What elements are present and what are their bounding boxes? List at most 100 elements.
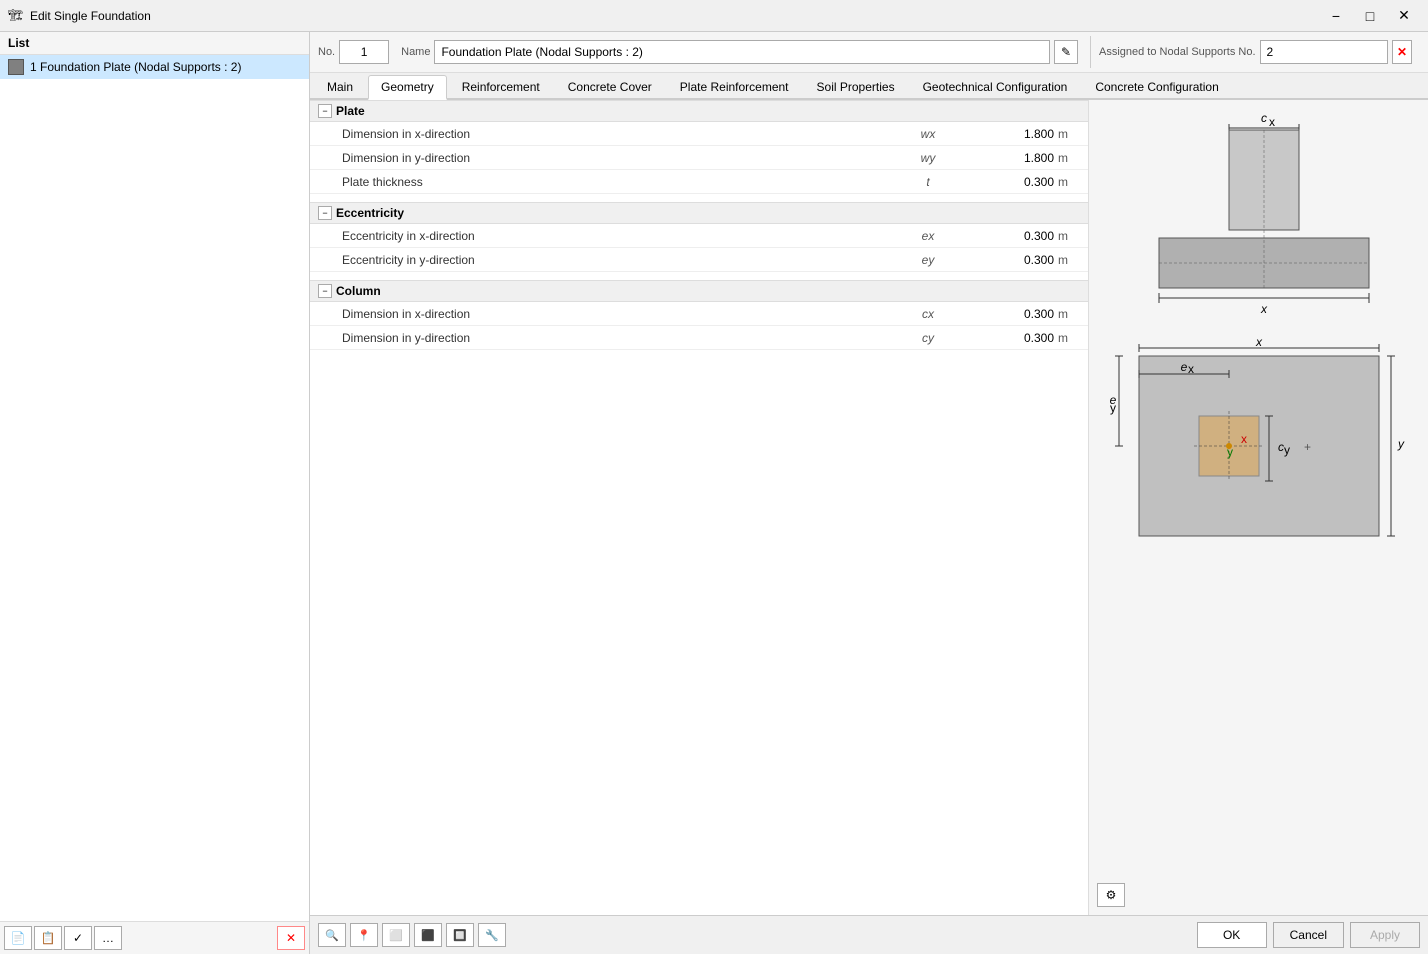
no-field: No. 1 (318, 36, 389, 68)
eccentricity-section: − Eccentricity Eccentricity in x-directi… (310, 202, 1088, 272)
elevation-diagram: c x (1109, 108, 1409, 328)
ecc-ey-value[interactable]: 0.300 (958, 253, 1058, 267)
grid-tool-btn[interactable]: 🔲 (446, 923, 474, 947)
new-btn[interactable]: 📄 (4, 926, 32, 950)
svg-text:e: e (1180, 360, 1187, 374)
close-button[interactable]: ✕ (1388, 6, 1420, 26)
tab-main[interactable]: Main (314, 75, 366, 98)
name-edit-button[interactable]: ✎ (1054, 40, 1078, 64)
table-row: Dimension in y-direction cy 0.300 m (310, 326, 1088, 350)
svg-text:y: y (1110, 401, 1116, 415)
content-area: List 1 Foundation Plate (Nodal Supports … (0, 32, 1428, 954)
plate-wy-value[interactable]: 1.800 (958, 151, 1058, 165)
column-collapse-btn[interactable]: − (318, 284, 332, 298)
svg-text:x: x (1255, 336, 1263, 349)
form-area: − Plate Dimension in x-direction wx 1.80… (310, 100, 1088, 915)
table-row: Eccentricity in y-direction ey 0.300 m (310, 248, 1088, 272)
assigned-label: Assigned to Nodal Supports No. (1099, 46, 1256, 58)
plate-collapse-btn[interactable]: − (318, 104, 332, 118)
name-label: Name (401, 46, 430, 58)
search-tool-btn[interactable]: 🔍 (318, 923, 346, 947)
box2-tool-btn[interactable]: ⬛ (414, 923, 442, 947)
column-section-header: − Column (310, 280, 1088, 302)
ecc-ex-label: Eccentricity in x-direction (310, 229, 898, 243)
copy-btn[interactable]: 📋 (34, 926, 62, 950)
no-label: No. (318, 46, 335, 58)
tab-concrete-config[interactable]: Concrete Configuration (1082, 75, 1231, 98)
main-split: − Plate Dimension in x-direction wx 1.80… (310, 100, 1428, 915)
ecc-ey-unit: m (1058, 253, 1088, 267)
col-cx-label: Dimension in x-direction (310, 307, 898, 321)
col-cy-label: Dimension in y-direction (310, 331, 898, 345)
tabs-row: Main Geometry Reinforcement Concrete Cov… (310, 73, 1428, 100)
ecc-ey-label: Eccentricity in y-direction (310, 253, 898, 267)
check-btn[interactable]: ✓ (64, 926, 92, 950)
col-cx-value[interactable]: 0.300 (958, 307, 1058, 321)
apply-button[interactable]: Apply (1350, 922, 1420, 948)
tab-concrete-cover[interactable]: Concrete Cover (555, 75, 665, 98)
plate-t-unit: m (1058, 175, 1088, 189)
name-value: Foundation Plate (Nodal Supports : 2) (434, 40, 1050, 64)
minimize-button[interactable]: − (1320, 6, 1352, 26)
table-row: Dimension in x-direction cx 0.300 m (310, 302, 1088, 326)
eccentricity-rows: Eccentricity in x-direction ex 0.300 m E… (310, 224, 1088, 272)
left-panel: List 1 Foundation Plate (Nodal Supports … (0, 32, 310, 954)
ecc-ex-symbol: ex (898, 229, 958, 243)
ecc-ex-value[interactable]: 0.300 (958, 229, 1058, 243)
col-cx-symbol: cx (898, 307, 958, 321)
assigned-clear-button[interactable]: ✕ (1392, 40, 1412, 64)
delete-btn[interactable]: ✕ (277, 926, 305, 950)
plate-wx-unit: m (1058, 127, 1088, 141)
plate-section-label: Plate (336, 104, 365, 118)
tab-reinforcement[interactable]: Reinforcement (449, 75, 553, 98)
eccentricity-section-label: Eccentricity (336, 206, 404, 220)
ecc-ey-symbol: ey (898, 253, 958, 267)
svg-text:+: + (1304, 440, 1311, 454)
more-btn[interactable]: … (94, 926, 122, 950)
diagram-svg-wrap: c x (1097, 108, 1420, 879)
title-bar-controls: − □ ✕ (1320, 6, 1420, 26)
title-bar: 🏗 Edit Single Foundation − □ ✕ (0, 0, 1428, 32)
col-cx-unit: m (1058, 307, 1088, 321)
plate-section: − Plate Dimension in x-direction wx 1.80… (310, 100, 1088, 194)
bottom-toolbar: 🔍 📍 ⬜ ⬛ 🔲 🔧 (318, 923, 1191, 947)
plate-wx-value[interactable]: 1.800 (958, 127, 1058, 141)
title-bar-text: Edit Single Foundation (30, 9, 1320, 23)
svg-text:x: x (1188, 362, 1194, 376)
list-item-icon (8, 59, 24, 75)
settings-tool-btn[interactable]: 🔧 (478, 923, 506, 947)
name-field: Name Foundation Plate (Nodal Supports : … (401, 36, 1078, 68)
list-header: List (0, 32, 309, 55)
list-item[interactable]: 1 Foundation Plate (Nodal Supports : 2) (0, 55, 309, 79)
eccentricity-collapse-btn[interactable]: − (318, 206, 332, 220)
list-toolbar: 📄 📋 ✓ … ✕ (0, 921, 309, 954)
cancel-button[interactable]: Cancel (1273, 922, 1344, 948)
column-rows: Dimension in x-direction cx 0.300 m Dime… (310, 302, 1088, 350)
bottom-bar: 🔍 📍 ⬜ ⬛ 🔲 🔧 OK Cancel Apply (310, 915, 1428, 954)
svg-text:x: x (1260, 302, 1268, 316)
tab-geotechnical-config[interactable]: Geotechnical Configuration (910, 75, 1081, 98)
plate-wy-label: Dimension in y-direction (310, 151, 898, 165)
column-section-label: Column (336, 284, 381, 298)
pin-tool-btn[interactable]: 📍 (350, 923, 378, 947)
col-cy-value[interactable]: 0.300 (958, 331, 1058, 345)
box-tool-btn[interactable]: ⬜ (382, 923, 410, 947)
assigned-panel: Assigned to Nodal Supports No. 2 ✕ (1090, 36, 1420, 68)
list-area: 1 Foundation Plate (Nodal Supports : 2) (0, 55, 309, 921)
eccentricity-section-header: − Eccentricity (310, 202, 1088, 224)
plate-wx-symbol: wx (898, 127, 958, 141)
tab-geometry[interactable]: Geometry (368, 75, 447, 100)
maximize-button[interactable]: □ (1354, 6, 1386, 26)
no-value: 1 (339, 40, 389, 64)
main-window: List 1 Foundation Plate (Nodal Supports … (0, 32, 1428, 954)
diagram-bottom-icon-area: ⚙ (1097, 883, 1420, 907)
plate-wx-label: Dimension in x-direction (310, 127, 898, 141)
svg-text:y: y (1284, 443, 1290, 457)
tab-plate-reinforcement[interactable]: Plate Reinforcement (667, 75, 802, 98)
plate-rows: Dimension in x-direction wx 1.800 m Dime… (310, 122, 1088, 194)
ok-button[interactable]: OK (1197, 922, 1267, 948)
diagram-settings-button[interactable]: ⚙ (1097, 883, 1125, 907)
tab-soil-properties[interactable]: Soil Properties (804, 75, 908, 98)
plate-t-value[interactable]: 0.300 (958, 175, 1058, 189)
plate-t-label: Plate thickness (310, 175, 898, 189)
